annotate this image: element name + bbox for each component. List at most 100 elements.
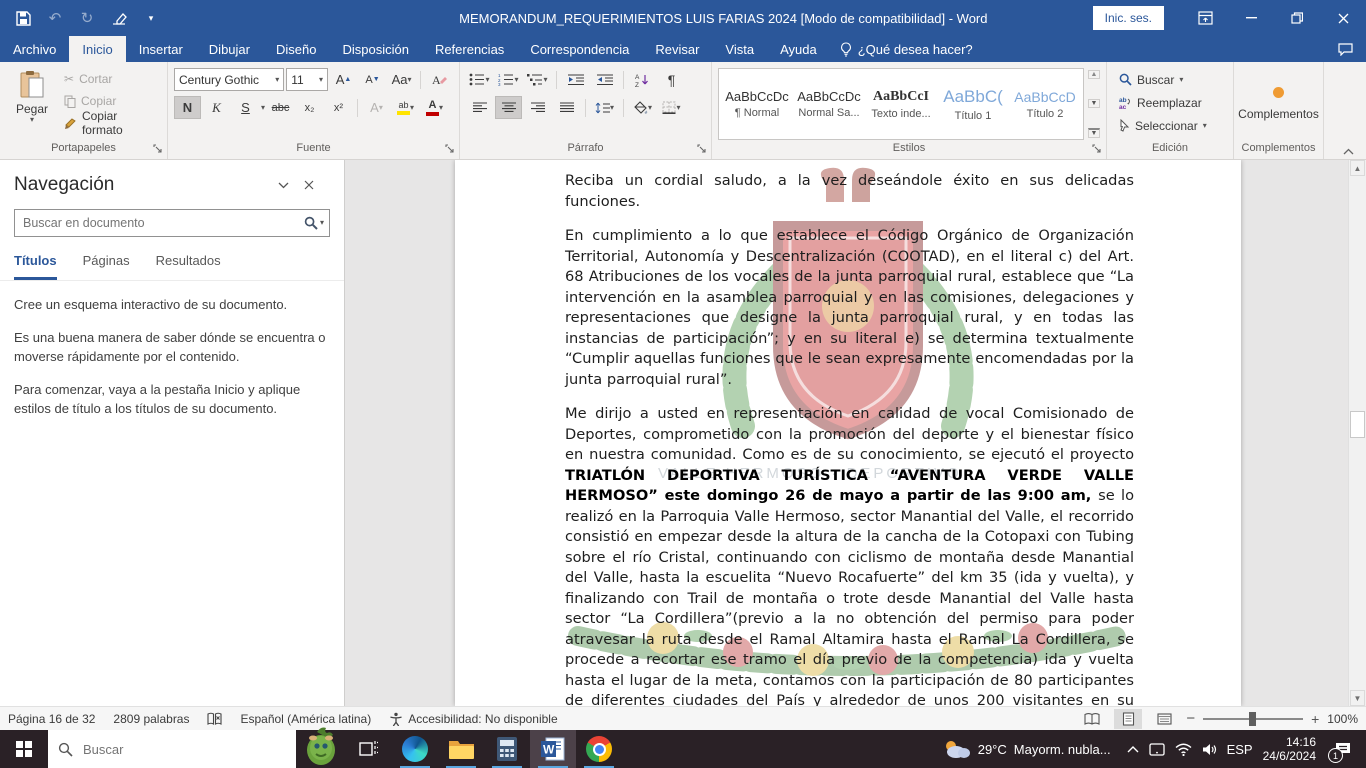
sort-button[interactable]: AZ — [629, 68, 656, 91]
multilevel-list-button[interactable]: ▾ — [524, 68, 551, 91]
font-dialog-launcher-icon[interactable] — [445, 144, 456, 155]
font-size-combobox[interactable]: 11▾ — [286, 68, 328, 91]
align-left-button[interactable] — [466, 96, 493, 119]
tablet-mode-icon[interactable] — [1149, 743, 1165, 756]
format-painter-button[interactable]: Copiar formato — [64, 112, 161, 134]
eraser-icon[interactable] — [110, 9, 128, 27]
ribbon-display-options-icon[interactable] — [1182, 0, 1228, 36]
nav-pane-options-chevron-icon[interactable] — [278, 182, 304, 189]
zoom-slider[interactable] — [1203, 718, 1303, 720]
font-family-combobox[interactable]: Century Gothic▾ — [174, 68, 284, 91]
search-input[interactable] — [15, 216, 304, 230]
font-color-button[interactable]: A ▾ — [421, 96, 448, 119]
taskbar-app-chrome-icon[interactable] — [576, 730, 622, 768]
taskbar-app-calculator-icon[interactable] — [484, 730, 530, 768]
zoom-level[interactable]: 100% — [1327, 712, 1358, 726]
line-spacing-button[interactable]: ▾ — [591, 96, 618, 119]
accessibility-status[interactable]: Accesibilidad: No disponible — [389, 712, 557, 726]
feedback-comment-icon[interactable] — [1325, 36, 1366, 62]
underline-dropdown-caret[interactable]: ▾ — [261, 104, 265, 112]
action-center-button[interactable]: 1 — [1326, 730, 1360, 768]
nav-tab-paginas[interactable]: Páginas — [83, 253, 130, 280]
taskbar-app-edge-icon[interactable] — [392, 730, 438, 768]
find-button[interactable]: Buscar▾ — [1119, 68, 1227, 91]
scroll-down-arrow-icon[interactable]: ▼ — [1350, 690, 1365, 706]
italic-button[interactable]: K — [203, 96, 230, 119]
zoom-in-button[interactable]: + — [1311, 711, 1319, 727]
taskbar-app-word-icon[interactable]: W — [530, 730, 576, 768]
proofing-status-icon[interactable] — [207, 712, 222, 726]
keyboard-language-indicator[interactable]: ESP — [1227, 742, 1253, 757]
redo-icon[interactable]: ↻ — [78, 9, 96, 27]
shrink-font-button[interactable]: A▼ — [359, 68, 386, 91]
justify-button[interactable] — [553, 96, 580, 119]
paste-button[interactable]: Pegar ▾ — [8, 70, 56, 124]
align-center-button[interactable] — [495, 96, 522, 119]
nav-tab-titulos[interactable]: Títulos — [14, 253, 57, 280]
taskbar-search-box[interactable] — [48, 730, 296, 768]
underline-button[interactable]: S — [232, 96, 259, 119]
volume-icon[interactable] — [1202, 743, 1217, 756]
close-button[interactable] — [1320, 0, 1366, 36]
collapse-ribbon-icon[interactable] — [1343, 148, 1354, 155]
taskbar-app-file-explorer-icon[interactable] — [438, 730, 484, 768]
paragraph-dialog-launcher-icon[interactable] — [697, 144, 708, 155]
tab-vista[interactable]: Vista — [712, 36, 767, 62]
superscript-button[interactable]: x² — [325, 96, 352, 119]
web-layout-view-icon[interactable] — [1150, 709, 1178, 729]
show-marks-button[interactable]: ¶ — [658, 68, 685, 91]
clipboard-dialog-launcher-icon[interactable] — [153, 144, 164, 155]
highlight-color-button[interactable]: ab ▾ — [392, 96, 419, 119]
styles-scroll-up-icon[interactable]: ▲ — [1088, 70, 1100, 79]
sign-in-button[interactable]: Inic. ses. — [1093, 6, 1164, 30]
save-icon[interactable] — [14, 9, 32, 27]
task-view-button[interactable] — [346, 730, 392, 768]
scroll-up-arrow-icon[interactable]: ▲ — [1350, 160, 1365, 176]
borders-button[interactable]: ▾ — [658, 96, 685, 119]
document-text[interactable]: Reciba un cordial saludo, a la vez deseá… — [565, 171, 1134, 706]
grow-font-button[interactable]: A▲ — [330, 68, 357, 91]
vertical-scrollbar[interactable]: ▲ ▼ — [1348, 160, 1366, 706]
increase-indent-button[interactable] — [591, 68, 618, 91]
tray-overflow-chevron-icon[interactable] — [1127, 745, 1139, 753]
tab-revisar[interactable]: Revisar — [642, 36, 712, 62]
align-right-button[interactable] — [524, 96, 551, 119]
tab-inicio[interactable]: Inicio — [69, 36, 125, 62]
nav-pane-close-icon[interactable] — [304, 180, 330, 190]
start-button[interactable] — [0, 730, 48, 768]
document-search-box[interactable]: ▾ — [14, 209, 330, 237]
clear-formatting-icon[interactable]: A — [426, 68, 453, 91]
numbering-button[interactable]: 123▾ — [495, 68, 522, 91]
shading-button[interactable]: ▾ — [629, 96, 656, 119]
addins-button[interactable]: Complementos — [1234, 62, 1323, 140]
word-count[interactable]: 2809 palabras — [113, 712, 189, 726]
tab-insertar[interactable]: Insertar — [126, 36, 196, 62]
document-page[interactable]: VALLE HERMOSO · DEPORTIVO Reciba un cord… — [455, 160, 1241, 706]
nav-tab-resultados[interactable]: Resultados — [156, 253, 221, 280]
wifi-icon[interactable] — [1175, 743, 1192, 756]
bullets-button[interactable]: ▾ — [466, 68, 493, 91]
strikethrough-button[interactable]: abc — [267, 96, 294, 119]
change-case-button[interactable]: Aa▾ — [388, 68, 415, 91]
page-indicator[interactable]: Página 16 de 32 — [8, 712, 95, 726]
customize-qat-icon[interactable]: ▾ — [142, 9, 160, 27]
language-indicator[interactable]: Español (América latina) — [240, 712, 371, 726]
document-canvas[interactable]: VALLE HERMOSO · DEPORTIVO Reciba un cord… — [346, 160, 1349, 706]
tab-ayuda[interactable]: Ayuda — [767, 36, 830, 62]
zoom-slider-thumb[interactable] — [1249, 712, 1256, 726]
styles-scroll-down-icon[interactable]: ▼ — [1088, 99, 1100, 108]
subscript-button[interactable]: x₂ — [296, 96, 323, 119]
tab-correspondencia[interactable]: Correspondencia — [517, 36, 642, 62]
styles-gallery-more-icon[interactable]: ▼ — [1088, 128, 1100, 138]
tab-archivo[interactable]: Archivo — [0, 36, 69, 62]
style-normal[interactable]: AaBbCcDc ¶ Normal — [721, 78, 793, 130]
scrollbar-thumb[interactable] — [1350, 411, 1365, 438]
weather-widget[interactable]: 29°C Mayorm. nubla... — [937, 739, 1117, 759]
read-mode-view-icon[interactable] — [1078, 709, 1106, 729]
style-titulo-1[interactable]: AaBbC( Título 1 — [937, 78, 1009, 130]
coconut-mascot-icon[interactable] — [296, 730, 346, 768]
minimize-button[interactable] — [1228, 0, 1274, 36]
paste-dropdown-caret[interactable]: ▾ — [8, 116, 56, 124]
style-titulo-2[interactable]: AaBbCcD Título 2 — [1009, 78, 1081, 130]
taskbar-search-input[interactable] — [81, 741, 286, 758]
